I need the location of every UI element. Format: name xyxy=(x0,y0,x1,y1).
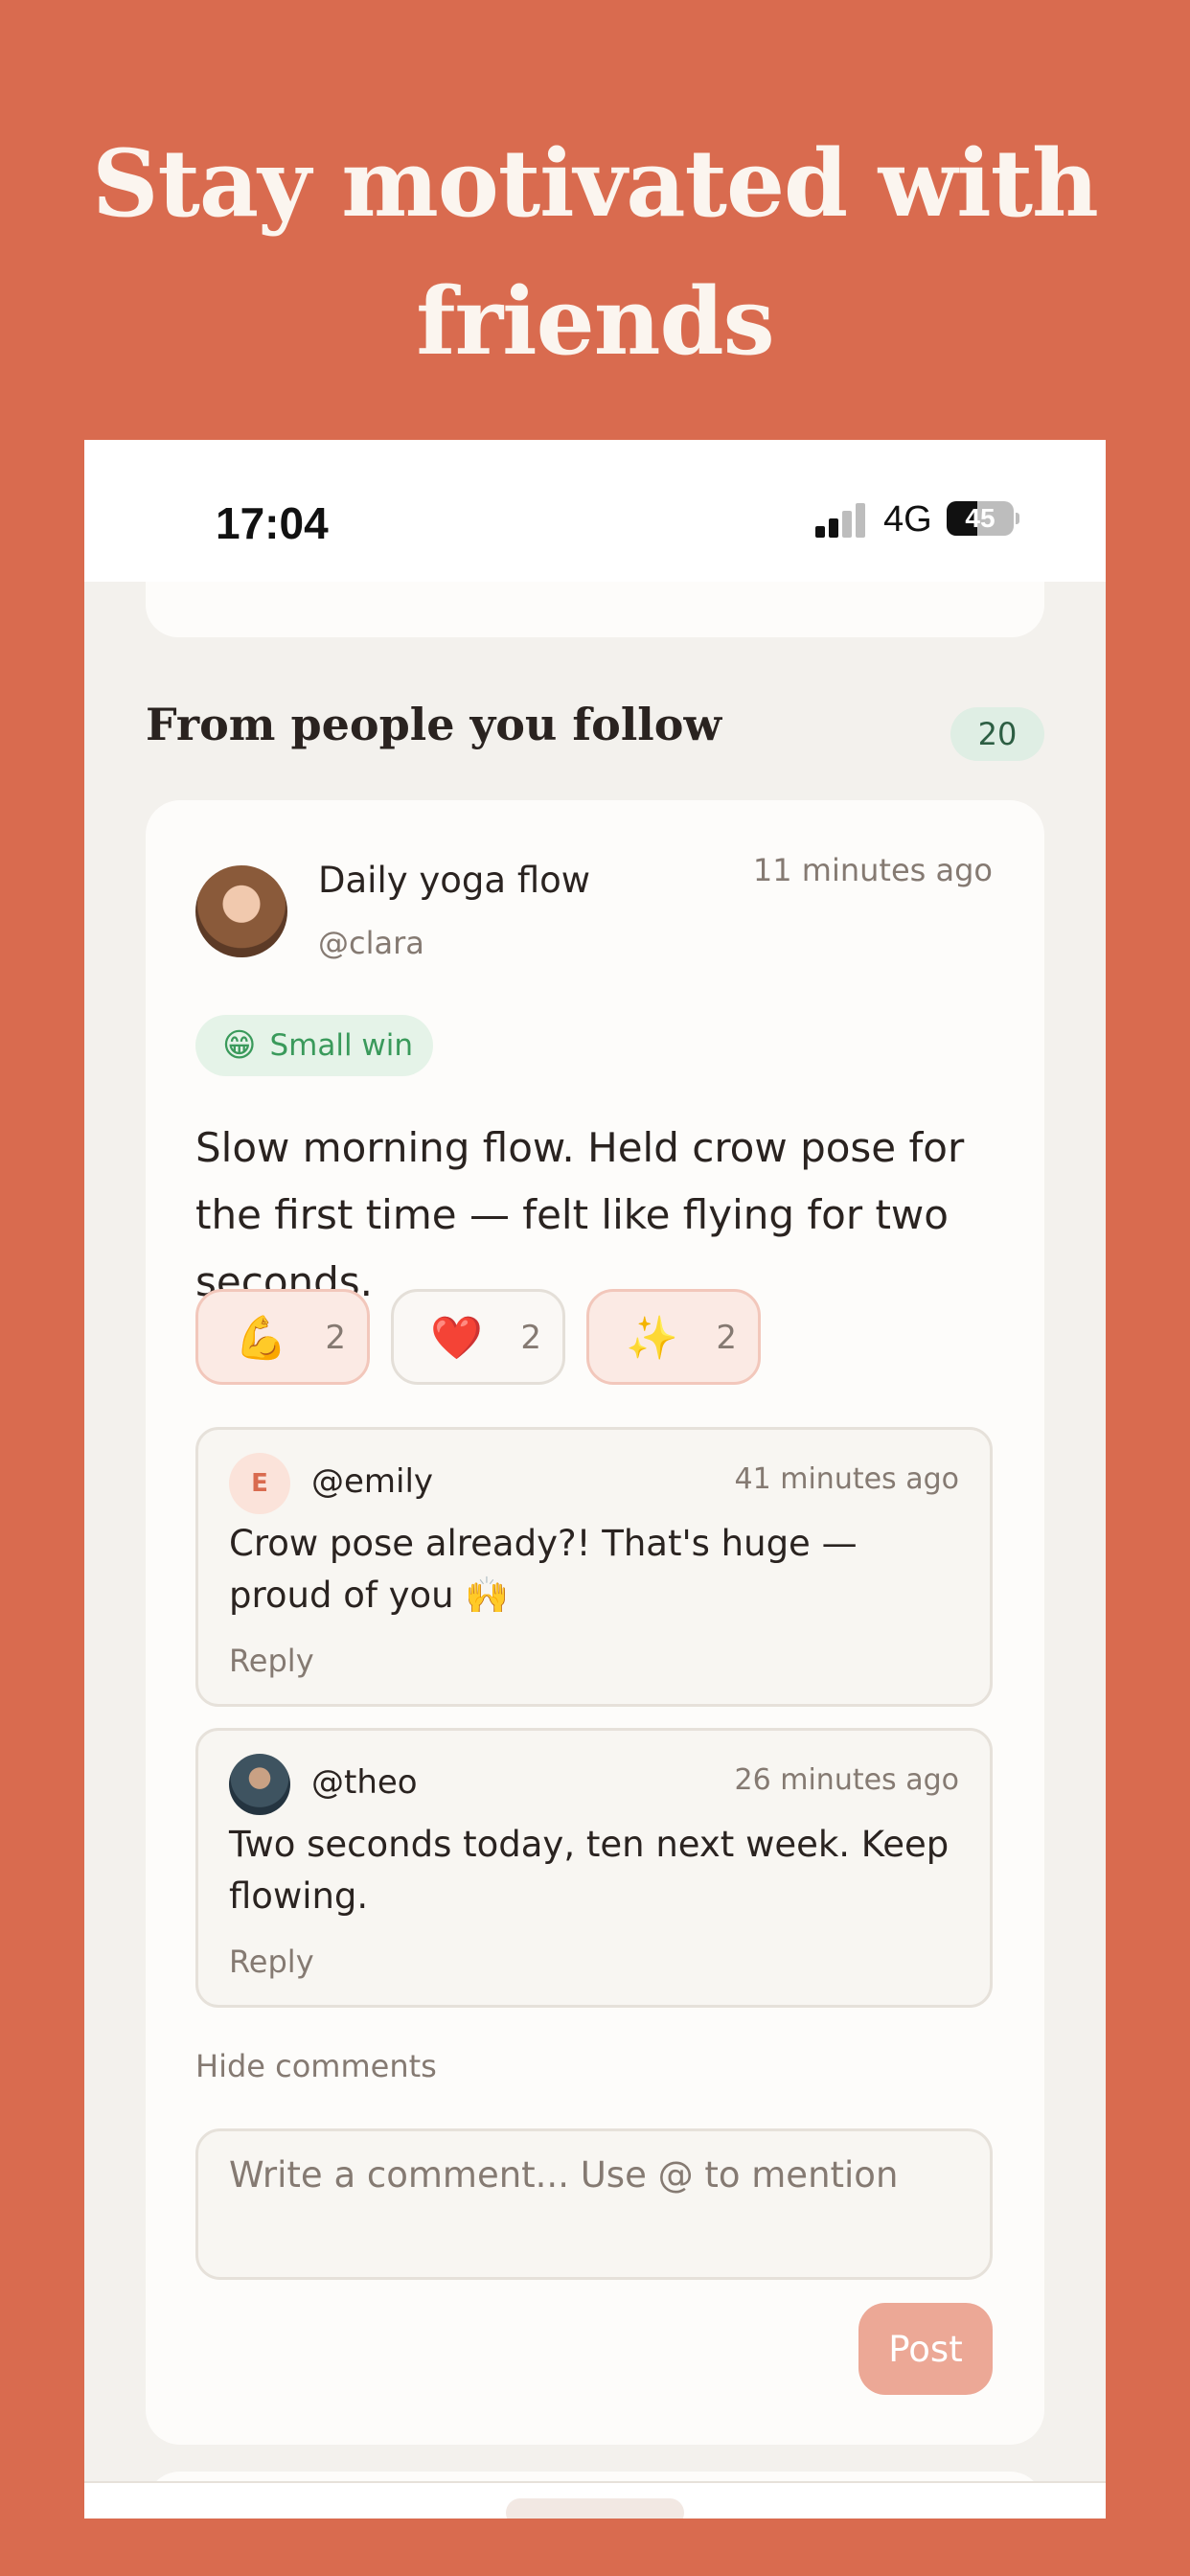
heart-icon: ❤️ xyxy=(430,1314,483,1363)
tab-bar xyxy=(84,2481,1106,2518)
battery-icon: 45 xyxy=(947,501,1014,536)
sparkles-icon: ✨ xyxy=(626,1314,678,1363)
comment-time: 41 minutes ago xyxy=(734,1462,959,1496)
muscle-icon: 💪 xyxy=(235,1314,287,1363)
phone-screen: 17:04 4G 45 From people you follow 20 Da… xyxy=(84,440,1106,2518)
reaction-count: 2 xyxy=(325,1319,346,1357)
avatar[interactable] xyxy=(229,1754,290,1815)
reply-button[interactable]: Reply xyxy=(229,1643,314,1679)
comment-item: @theo 26 minutes ago Two seconds today, … xyxy=(195,1728,993,2008)
grin-icon: 😁 xyxy=(222,1026,257,1065)
status-bar: 17:04 4G 45 xyxy=(84,440,1106,582)
status-time: 17:04 xyxy=(216,498,329,548)
post-body: Slow morning flow. Held crow pose for th… xyxy=(195,1124,965,1305)
comment-item: E @emily 41 minutes ago Crow pose alread… xyxy=(195,1427,993,1707)
signal-icon xyxy=(815,503,865,538)
reaction-sparkles-button[interactable]: ✨ 2 xyxy=(586,1289,761,1385)
reaction-heart-button[interactable]: ❤️ 2 xyxy=(391,1289,565,1385)
reaction-muscle-button[interactable]: 💪 2 xyxy=(195,1289,370,1385)
post-button[interactable]: Post xyxy=(858,2303,993,2395)
tab-indicator xyxy=(506,2498,684,2518)
battery-level: 45 xyxy=(965,503,995,533)
small-win-badge: 😁 Small win xyxy=(195,1015,433,1076)
post-title: Daily yoga flow xyxy=(318,860,591,901)
comment-handle[interactable]: @emily xyxy=(311,1462,433,1501)
comment-handle[interactable]: @theo xyxy=(311,1763,418,1802)
battery-tip xyxy=(1016,513,1019,524)
headline: Stay motivated with friends xyxy=(92,129,1099,376)
comment-time: 26 minutes ago xyxy=(734,1763,959,1797)
hide-comments-link[interactable]: Hide comments xyxy=(195,2048,437,2084)
reply-button[interactable]: Reply xyxy=(229,1944,314,1980)
avatar[interactable]: E xyxy=(229,1453,290,1514)
comment-text: Two seconds today, ten next week. Keep f… xyxy=(229,1824,950,1917)
post-card: Daily yoga flow @clara 11 minutes ago 😁 … xyxy=(146,800,1044,2445)
reaction-count: 2 xyxy=(520,1319,541,1357)
count-badge: 20 xyxy=(950,707,1044,761)
network-label: 4G xyxy=(883,499,932,540)
post-time: 11 minutes ago xyxy=(752,852,993,888)
post-handle[interactable]: @clara xyxy=(318,925,424,961)
comment-input[interactable] xyxy=(195,2128,993,2280)
avatar[interactable] xyxy=(195,865,287,957)
section-title: From people you follow xyxy=(146,699,722,750)
comment-text: Crow pose already?! That's huge — proud … xyxy=(229,1523,858,1616)
badge-label: Small win xyxy=(269,1028,414,1063)
reaction-count: 2 xyxy=(716,1319,737,1357)
